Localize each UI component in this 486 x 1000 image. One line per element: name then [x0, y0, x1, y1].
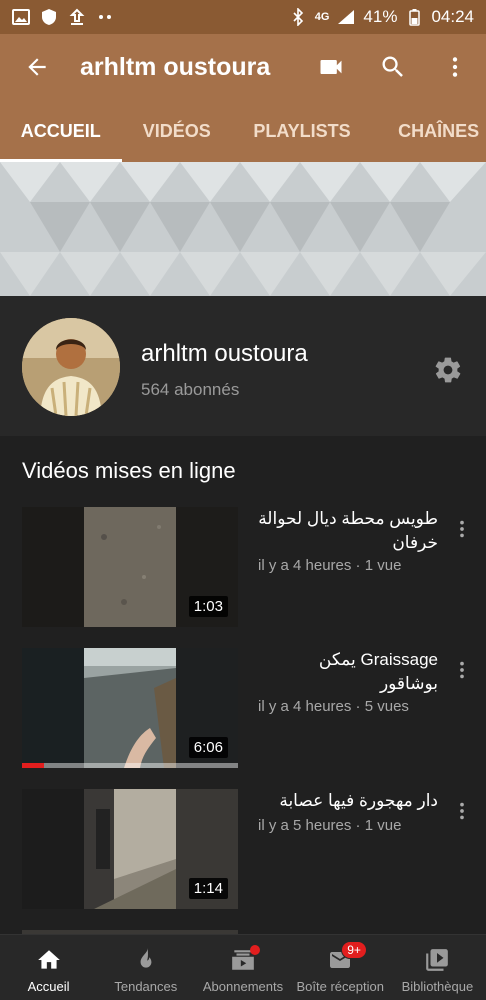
uploads-section-title: Vidéos mises en ligne	[22, 458, 236, 483]
arrow-back-icon	[28, 58, 46, 76]
video-duration: 1:03	[188, 596, 228, 617]
mail-icon: 9+	[325, 941, 367, 975]
search-button[interactable]	[362, 34, 424, 100]
gear-icon	[435, 357, 461, 383]
video-camera-icon	[320, 60, 342, 74]
video-title[interactable]: Graissage يمكن بوشاقور	[258, 648, 438, 696]
status-bar: 4G 41% 04:24	[0, 0, 486, 34]
video-more-button[interactable]	[446, 654, 478, 686]
upload-icon	[68, 8, 86, 26]
channel-title: arhltm oustoura	[80, 52, 271, 81]
back-button[interactable]	[0, 34, 74, 100]
flame-icon	[131, 945, 161, 975]
video-meta: il y a 4 heures · 1 vue	[258, 557, 402, 574]
more-notifications-icon	[96, 8, 114, 26]
bottom-navigation: Accueil Tendances Abonnements 9+ Boîte r…	[0, 934, 486, 1000]
channel-tabs: ACCUEIL VIDÉOS PLAYLISTS CHAÎNES	[0, 100, 486, 162]
search-icon	[382, 56, 403, 77]
video-more-button[interactable]	[446, 795, 478, 827]
channel-name: arhltm oustoura	[141, 340, 308, 367]
notification-dot	[250, 945, 260, 955]
inbox-badge: 9+	[341, 941, 367, 959]
more-vert-icon	[460, 802, 464, 820]
battery-icon	[405, 8, 423, 26]
nav-home[interactable]: Accueil	[0, 935, 97, 1000]
video-item[interactable]: 6:06 Graissage يمكن بوشاقور il y a 4 heu…	[0, 648, 486, 772]
subscriptions-icon	[228, 945, 260, 975]
tab-accueil[interactable]: ACCUEIL	[0, 100, 122, 162]
channel-settings-button[interactable]	[430, 352, 466, 388]
library-icon	[422, 945, 452, 975]
channel-banner	[0, 162, 486, 296]
app-bar: arhltm oustoura	[0, 34, 486, 100]
clock: 04:24	[431, 7, 474, 26]
watch-progress-fill	[22, 763, 44, 768]
tab-videos[interactable]: VIDÉOS	[122, 100, 232, 162]
signal-icon	[337, 8, 355, 26]
video-thumbnail[interactable]: 1:14	[22, 789, 238, 909]
video-duration: 6:06	[188, 737, 228, 758]
home-icon	[34, 945, 64, 975]
shield-icon	[40, 8, 58, 26]
tab-playlists[interactable]: PLAYLISTS	[232, 100, 372, 162]
network-type: 4G	[314, 11, 330, 23]
channel-avatar[interactable]	[22, 318, 120, 416]
nav-trending[interactable]: Tendances	[97, 935, 194, 1000]
more-vert-icon	[452, 57, 458, 77]
nav-inbox[interactable]: 9+ Boîte réception	[292, 935, 389, 1000]
image-notification-icon	[12, 8, 30, 26]
channel-header: arhltm oustoura 564 abonnés	[0, 296, 486, 436]
video-meta: il y a 5 heures · 1 vue	[258, 817, 402, 834]
video-thumbnail[interactable]: 1:03	[22, 507, 238, 627]
video-meta: il y a 4 heures · 5 vues	[258, 698, 409, 715]
video-title[interactable]: طويس محطة ديال لحوالة خرفان	[258, 507, 438, 555]
video-title[interactable]: دار مهجورة فيها عصابة	[258, 789, 438, 813]
video-thumbnail[interactable]: 6:06	[22, 648, 238, 768]
video-item[interactable]: 1:03 طويس محطة ديال لحوالة خرفان il y a …	[0, 507, 486, 631]
watch-progress-bar	[22, 763, 238, 768]
nav-library[interactable]: Bibliothèque	[389, 935, 486, 1000]
more-options-button[interactable]	[424, 34, 486, 100]
video-item[interactable]: 1:14 دار مهجورة فيها عصابة il y a 5 heur…	[0, 789, 486, 913]
battery-percent: 41%	[363, 7, 398, 26]
more-vert-icon	[460, 520, 464, 538]
bluetooth-icon	[289, 8, 307, 26]
video-more-button[interactable]	[446, 513, 478, 545]
subscriber-count: 564 abonnés	[141, 380, 240, 399]
tab-chaines[interactable]: CHAÎNES	[372, 100, 486, 162]
upload-video-button[interactable]	[300, 34, 362, 100]
nav-subscriptions[interactable]: Abonnements	[194, 935, 291, 1000]
more-vert-icon	[460, 661, 464, 679]
video-duration: 1:14	[188, 878, 228, 899]
